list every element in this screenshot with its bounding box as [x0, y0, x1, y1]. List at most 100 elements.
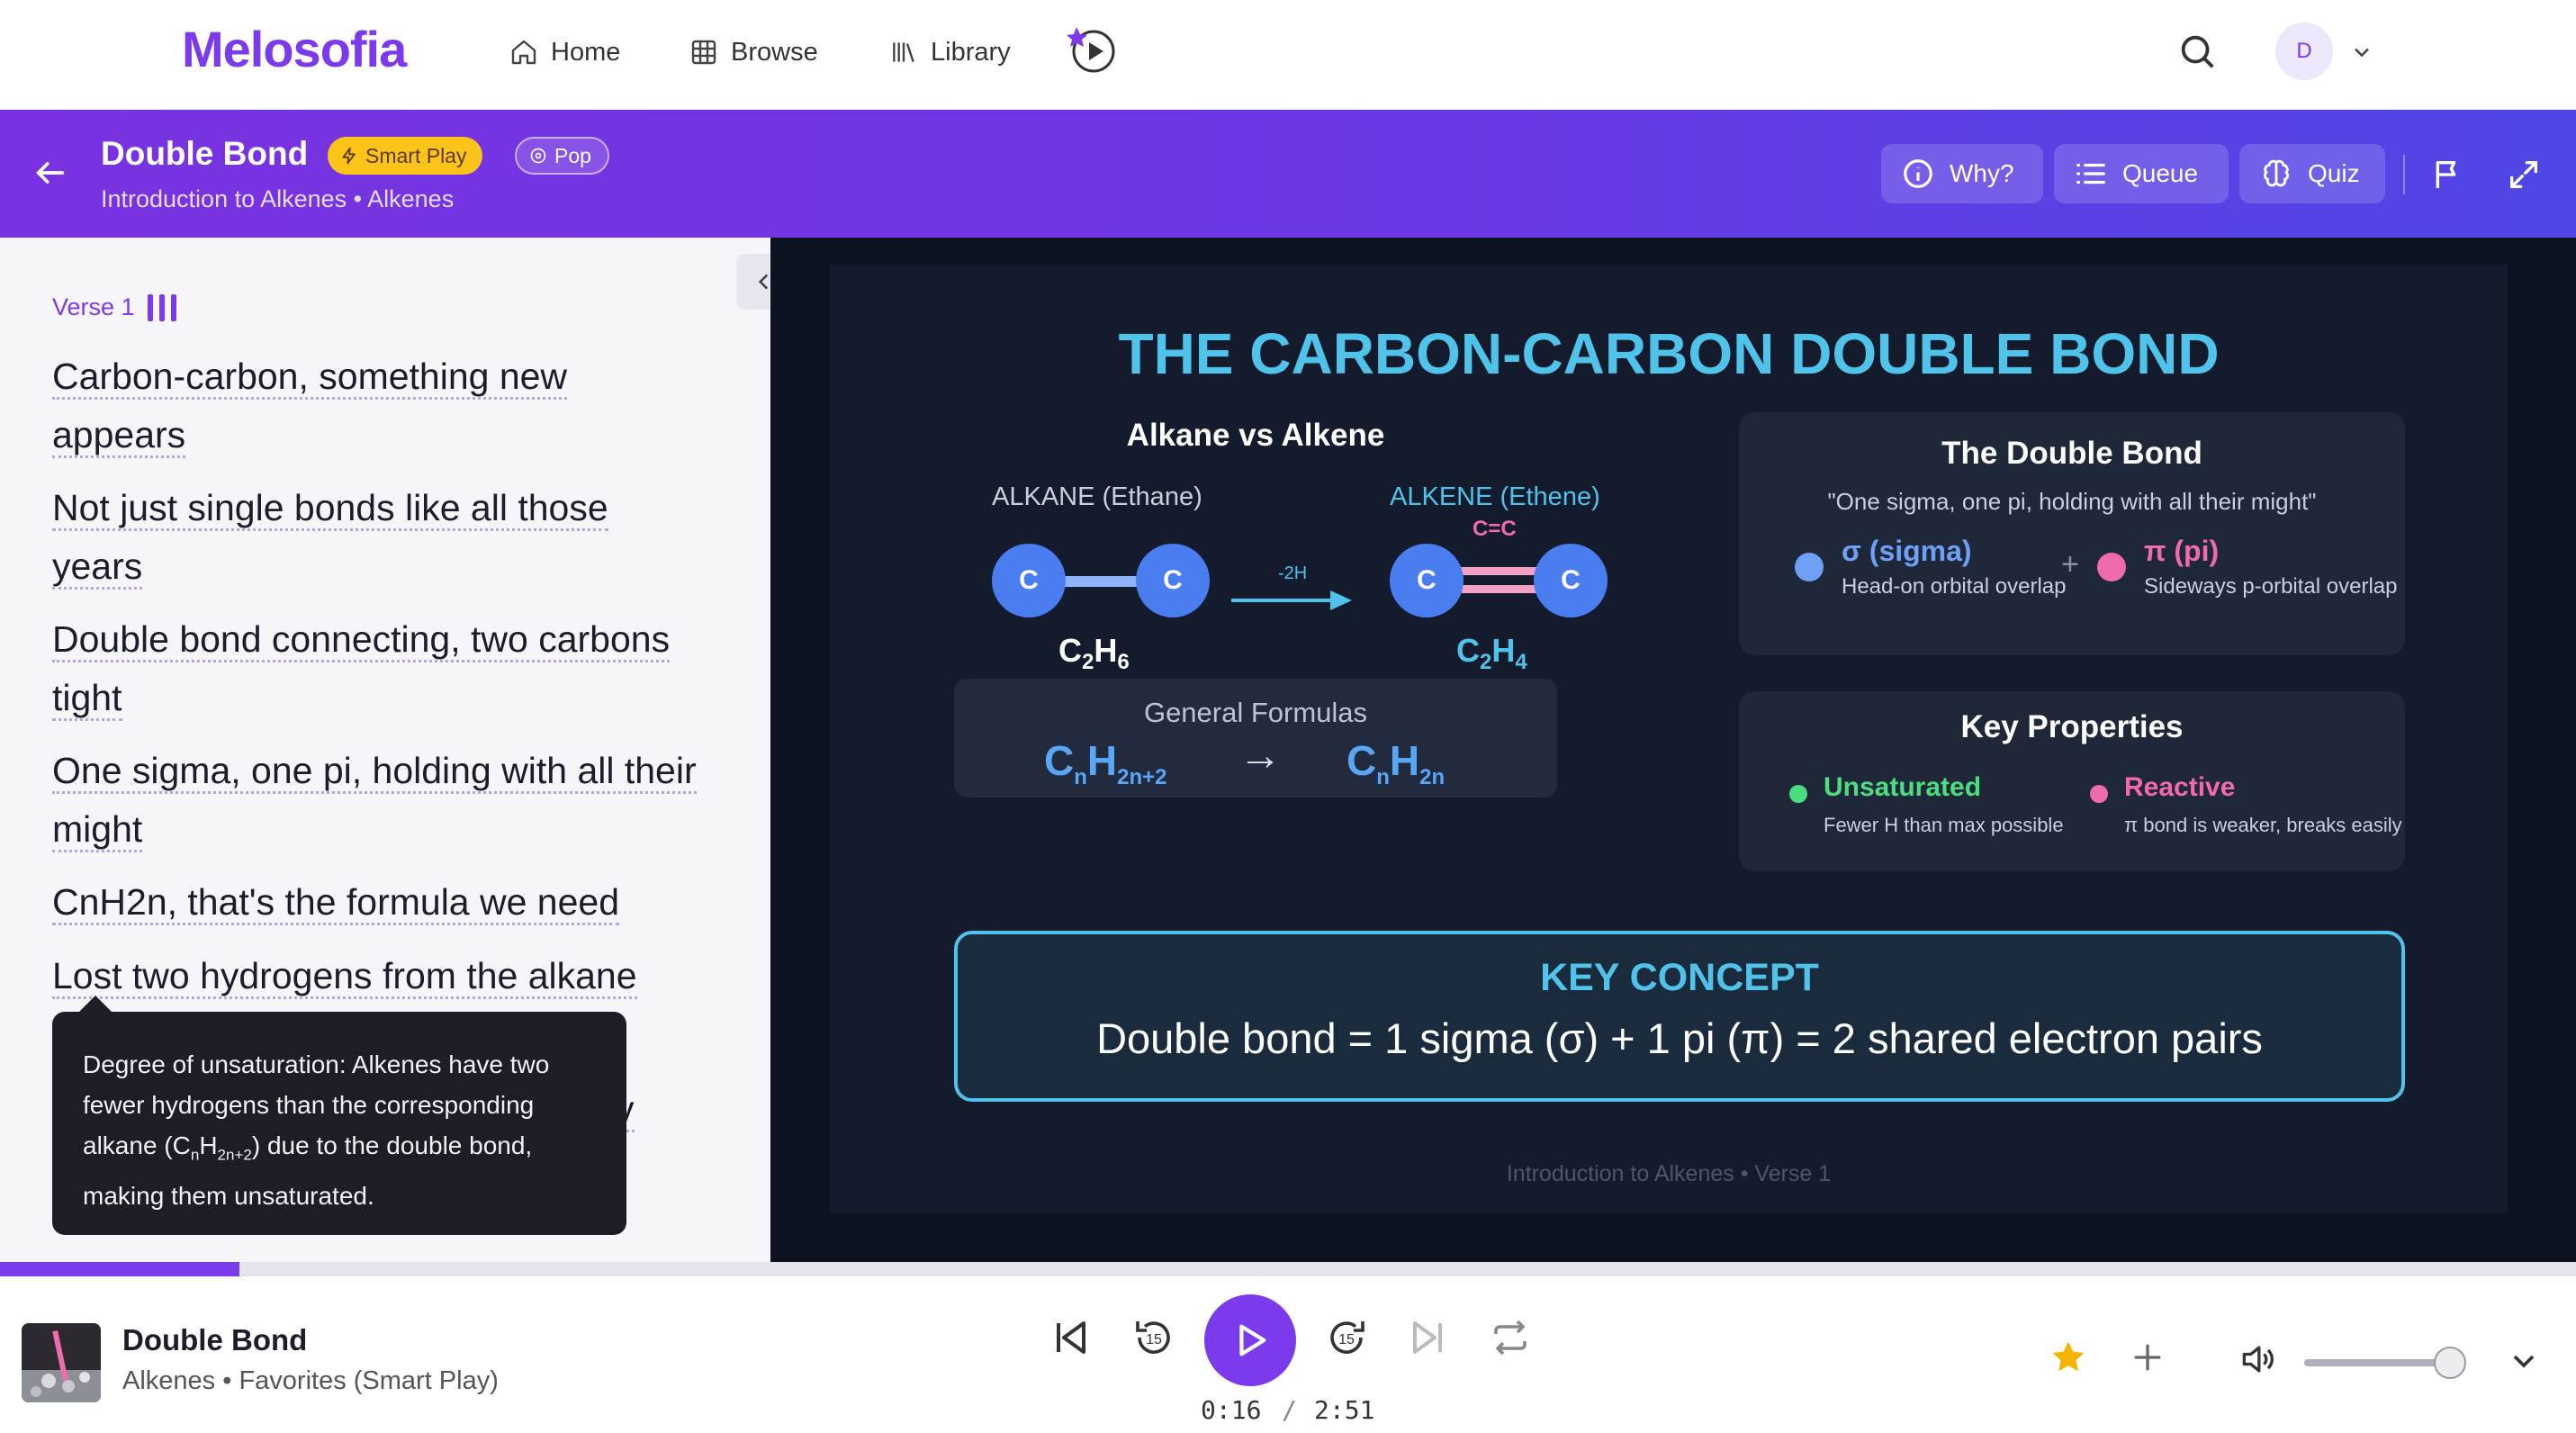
unsaturated-title: Unsaturated: [1824, 772, 1982, 802]
why-label: Why?: [1950, 159, 2014, 187]
disc-icon: [530, 148, 546, 164]
flag-icon[interactable]: [2430, 157, 2466, 193]
info-icon: [1904, 159, 1932, 188]
slide-footer: Introduction to Alkenes • Verse 1: [1506, 1161, 1832, 1186]
general-formulas-label: General Formulas: [1143, 697, 1368, 728]
nav-browse[interactable]: Browse: [689, 31, 818, 74]
alkane-label: ALKANE (Ethane): [992, 482, 1202, 511]
key-concept-box: KEY CONCEPT Double bond = 1 sigma (σ) + …: [954, 931, 2405, 1102]
carbon-atom: C: [1136, 544, 1210, 617]
forward-15-icon[interactable]: 15: [1325, 1316, 1368, 1359]
key-properties-card: Key Properties Unsaturated Fewer H than …: [1739, 691, 2405, 871]
carbon-atom: C: [1534, 544, 1608, 617]
quiz-button[interactable]: Quiz: [2239, 144, 2385, 203]
lyric-line[interactable]: Carbon-carbon, something new appears: [52, 347, 700, 464]
rewind-15-icon[interactable]: 15: [1132, 1316, 1175, 1359]
tooltip-h: H: [199, 1131, 218, 1159]
nav-library-label: Library: [931, 37, 1011, 67]
alkane-general-formula: CnH2n+2: [1044, 736, 1167, 790]
album-art-image: [22, 1323, 101, 1402]
album-art[interactable]: [22, 1323, 101, 1402]
star-icon[interactable]: [2049, 1338, 2088, 1377]
lyric-line[interactable]: One sigma, one pi, holding with all thei…: [52, 742, 700, 859]
lyric-line-text: One sigma, one pi, holding with all thei…: [52, 750, 697, 852]
elapsed-time: 0:16: [1201, 1395, 1262, 1425]
lyric-line[interactable]: Double bond connecting, two carbons tigh…: [52, 610, 700, 727]
avatar[interactable]: D: [2275, 23, 2333, 80]
player-track-subtitle[interactable]: Alkenes • Favorites (Smart Play): [122, 1366, 499, 1396]
list-icon: [2076, 163, 2105, 185]
unsaturated-dot: [1789, 785, 1807, 803]
volume-knob[interactable]: [2434, 1347, 2466, 1379]
formula-h: H: [1086, 737, 1118, 784]
playback-progress-bar[interactable]: [0, 1262, 2576, 1276]
volume-icon[interactable]: [2238, 1339, 2277, 1379]
lyric-line-text: Not just single bonds like all those yea…: [52, 487, 608, 590]
play-button[interactable]: [1204, 1294, 1296, 1386]
repeat-icon[interactable]: [1489, 1316, 1532, 1359]
plus-sign: +: [2061, 547, 2079, 581]
why-button[interactable]: Why?: [1881, 144, 2043, 203]
key-concept-body: Double bond = 1 sigma (σ) + 1 pi (π) = 2…: [1096, 1014, 2263, 1062]
next-track-icon[interactable]: [1406, 1316, 1449, 1359]
formula-sub: n: [1376, 765, 1390, 790]
player-track-title[interactable]: Double Bond: [122, 1323, 307, 1357]
formula-sub: 2: [1082, 650, 1094, 675]
formula-h: H: [1094, 632, 1118, 669]
quiz-label: Quiz: [2308, 159, 2360, 187]
reaction-arrow-icon: [1231, 590, 1352, 610]
track-header: Double Bond Smart Play Pop Introduction …: [0, 110, 2576, 238]
reactive-dot: [2090, 785, 2108, 803]
double-bond-label: C=C: [1473, 517, 1517, 541]
previous-track-icon[interactable]: [1049, 1316, 1093, 1359]
time-separator: /: [1282, 1395, 1297, 1425]
lesson-slide: THE CARBON-CARBON DOUBLE BOND Alkane vs …: [830, 265, 2508, 1213]
verse-label-text: Verse 1: [52, 293, 135, 320]
header-divider: [2403, 155, 2405, 194]
top-nav: Melosofia Home Browse Library D: [0, 0, 2576, 110]
forward-seconds: 15: [1338, 1332, 1355, 1347]
tooltip-sub-n: n: [190, 1146, 200, 1164]
chevron-down-icon[interactable]: [2506, 1343, 2542, 1379]
nav-library[interactable]: Library: [889, 31, 1011, 74]
formula-sub: 4: [1515, 650, 1527, 675]
volume-slider[interactable]: [2304, 1347, 2466, 1379]
track-breadcrumb: Introduction to Alkenes • Alkenes: [101, 185, 455, 212]
carbon-atom: C: [992, 544, 1066, 617]
podcast-play-icon[interactable]: [1066, 22, 1121, 77]
smart-play-badge: Smart Play: [328, 137, 483, 175]
smart-play-label: Smart Play: [365, 143, 467, 167]
genre-badge: Pop: [515, 137, 609, 175]
reaction-arrow-label: -2H: [1278, 563, 1308, 583]
formula-arrow: →: [1238, 732, 1282, 780]
chevron-down-icon[interactable]: [2349, 40, 2374, 65]
bolt-icon: [342, 147, 356, 165]
queue-button[interactable]: Queue: [2054, 144, 2229, 203]
nav-browse-label: Browse: [731, 37, 818, 67]
track-title: Double Bond: [101, 135, 309, 172]
grid-icon: [691, 40, 716, 65]
formula-h: H: [1389, 737, 1420, 784]
lyric-line[interactable]: CnH2n, that's the formula we need: [52, 873, 700, 932]
formula-sub: 2n+2: [1117, 765, 1167, 790]
library-icon: [893, 42, 914, 63]
rewind-seconds: 15: [1146, 1332, 1162, 1347]
sigma-desc: Head-on orbital overlap: [1842, 574, 2067, 599]
back-arrow-icon[interactable]: [32, 155, 68, 191]
expand-icon[interactable]: [2506, 157, 2542, 193]
lyric-tooltip: Degree of unsaturation: Alkenes have two…: [52, 996, 626, 1235]
lyric-line[interactable]: Not just single bonds like all those yea…: [52, 479, 700, 596]
visual-stage: THE CARBON-CARBON DOUBLE BOND Alkane vs …: [770, 238, 2576, 1262]
double-bond-card-title: The Double Bond: [1941, 436, 2202, 471]
sigma-title: σ (sigma): [1842, 535, 1972, 567]
app-logo[interactable]: Melosofia: [182, 20, 407, 78]
nav-home[interactable]: Home: [509, 31, 620, 74]
lyric-line[interactable]: Lost two hydrogens from the alkane: [52, 947, 700, 1005]
search-icon[interactable]: [2176, 31, 2218, 72]
add-icon[interactable]: [2128, 1338, 2167, 1377]
formula-h: H: [1491, 632, 1516, 669]
carbon-atom: C: [1390, 544, 1464, 617]
formula-sub: 2: [1480, 650, 1492, 675]
lyric-line-text: Double bond connecting, two carbons tigh…: [52, 618, 671, 721]
sigma-dot: [1795, 553, 1824, 581]
